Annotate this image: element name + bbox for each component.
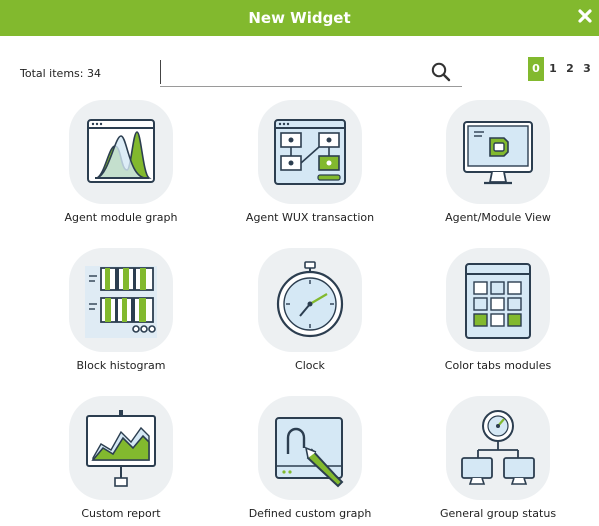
page-1-button[interactable]: 1: [545, 57, 561, 81]
close-icon[interactable]: [575, 6, 595, 26]
widget-label: Agent module graph: [64, 211, 178, 224]
total-items-label: Total items: 34: [20, 67, 101, 80]
search-box: [160, 58, 462, 87]
widget-label: Color tabs modules: [444, 359, 552, 372]
defined-custom-graph-icon: [275, 417, 344, 488]
widget-label: Agent WUX transaction: [245, 211, 375, 224]
widget-tile-clock[interactable]: Clock: [210, 248, 410, 378]
page-3-button[interactable]: 3: [579, 57, 595, 81]
widget-label: General group status: [439, 507, 557, 520]
widget-tile-agent-module-graph[interactable]: Agent module graph: [21, 100, 221, 230]
dialog-title: New Widget: [248, 9, 351, 27]
agent-module-view-icon: [463, 121, 533, 185]
page-0-button[interactable]: 0: [528, 57, 544, 81]
widget-tile-color-tabs-modules[interactable]: Color tabs modules: [398, 248, 598, 378]
block-histogram-icon: [85, 266, 157, 338]
pagination: 0 1 2 3: [528, 57, 595, 81]
widget-label: Block histogram: [76, 359, 166, 372]
color-tabs-modules-icon: [465, 263, 531, 339]
widget-label: Defined custom graph: [248, 507, 372, 520]
widget-tile-block-histogram[interactable]: Block histogram: [21, 248, 221, 378]
widget-tile-general-group-status[interactable]: General group status: [398, 396, 598, 526]
dialog-titlebar: New Widget: [0, 0, 599, 36]
agent-module-graph-icon: [87, 119, 155, 183]
general-group-status-icon: [461, 410, 535, 485]
widget-tile-defined-custom-graph[interactable]: Defined custom graph: [210, 396, 410, 526]
search-input[interactable]: [160, 60, 431, 84]
page-2-button[interactable]: 2: [562, 57, 578, 81]
toolbar: Total items: 34 0 1 2 3: [0, 52, 599, 96]
widget-tile-agent-module-view[interactable]: Agent/Module View: [398, 100, 598, 230]
widget-label: Custom report: [81, 507, 161, 520]
widget-tile-custom-report[interactable]: Custom report: [21, 396, 221, 526]
widget-tile-agent-wux-transaction[interactable]: Agent WUX transaction: [210, 100, 410, 230]
custom-report-icon: [86, 410, 156, 487]
widget-label: Agent/Module View: [445, 211, 551, 224]
widget-label: Clock: [295, 359, 325, 372]
clock-icon: [276, 261, 344, 338]
agent-wux-transaction-icon: [274, 119, 346, 185]
search-icon[interactable]: [430, 61, 452, 83]
